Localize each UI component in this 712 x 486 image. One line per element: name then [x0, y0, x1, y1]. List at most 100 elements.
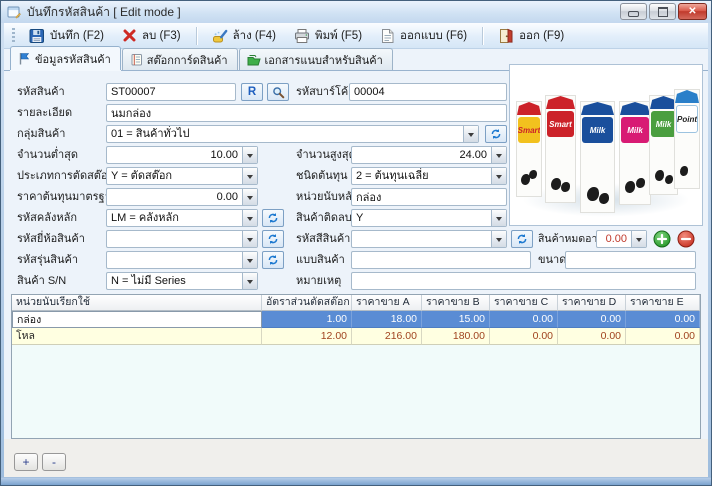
price-e-cell[interactable]: 0.00	[626, 311, 700, 328]
stock-card-icon	[130, 53, 143, 66]
cost-type-dropdown[interactable]: 2 = ต้นทุนเฉลี่ย	[351, 167, 507, 185]
exit-door-icon	[498, 28, 514, 44]
chevron-down-icon[interactable]	[631, 231, 646, 247]
price-b-cell[interactable]: 180.00	[422, 328, 490, 345]
brand-code-dropdown[interactable]	[106, 230, 258, 248]
price-a-cell[interactable]: 216.00	[352, 328, 422, 345]
expire-qty-stepper[interactable]: 0.00	[596, 230, 647, 248]
warehouse-refresh-button[interactable]	[262, 209, 284, 227]
toolbar-separator	[196, 27, 197, 45]
unit-cell[interactable]: โหล	[12, 328, 262, 345]
main-warehouse-dropdown[interactable]: LM = คลังหลัก	[106, 209, 258, 227]
save-icon	[29, 28, 45, 44]
stock-cut-type-dropdown[interactable]: Y = ตัดสต๊อก	[106, 167, 258, 185]
save-button[interactable]: บันทึก (F2)	[21, 24, 112, 48]
search-icon	[272, 86, 285, 99]
chevron-down-icon[interactable]	[242, 189, 257, 205]
chevron-down-icon[interactable]	[491, 168, 506, 184]
max-qty-label: จำนวนสูงสุด	[296, 146, 356, 164]
ratio-cell[interactable]: 1.00	[262, 311, 352, 328]
unit-cell[interactable]: กล่อง	[12, 311, 262, 328]
column-header: ราคาขาย B	[422, 295, 490, 311]
color-refresh-button[interactable]	[511, 230, 533, 248]
tab-product-info[interactable]: ข้อมูลรหัสสินค้า	[10, 46, 121, 70]
r-button[interactable]: R	[241, 83, 263, 101]
style-input[interactable]	[351, 251, 531, 269]
chevron-down-icon[interactable]	[463, 126, 478, 142]
stock-cut-type-label: ประเภทการตัดสต๊อก	[17, 167, 114, 185]
refresh-icon	[267, 254, 279, 266]
price-d-cell[interactable]: 0.00	[558, 328, 626, 345]
chevron-down-icon[interactable]	[491, 147, 506, 163]
print-button-label: พิมพ์ (F5)	[315, 27, 362, 45]
color-code-dropdown[interactable]	[351, 230, 507, 248]
chevron-down-icon[interactable]	[491, 210, 506, 226]
model-code-dropdown[interactable]	[106, 251, 258, 269]
clear-button[interactable]: ล้าง (F4)	[204, 24, 284, 48]
brand-code-label: รหัสยี่ห้อสินค้า	[17, 230, 85, 248]
remove-unit-circle-button[interactable]	[677, 230, 695, 248]
model-refresh-button[interactable]	[262, 251, 284, 269]
delete-button[interactable]: ลบ (F3)	[114, 24, 189, 48]
ratio-cell[interactable]: 12.00	[262, 328, 352, 345]
chevron-down-icon[interactable]	[491, 231, 506, 247]
group-label: กลุ่มสินค้า	[17, 125, 65, 143]
price-a-cell[interactable]: 18.00	[352, 311, 422, 328]
chevron-down-icon[interactable]	[242, 273, 257, 289]
group-refresh-button[interactable]	[485, 125, 507, 143]
design-button[interactable]: ออกแบบ (F6)	[372, 24, 475, 48]
chevron-down-icon[interactable]	[242, 147, 257, 163]
chevron-down-icon[interactable]	[242, 252, 257, 268]
column-header: หน่วยนับเรียกใช้	[12, 295, 262, 311]
minus-circle-icon	[677, 230, 695, 248]
close-button[interactable]: ✕	[678, 3, 707, 20]
expire-qty-label: สินค้าหมดอายุ	[538, 230, 604, 248]
print-button[interactable]: พิมพ์ (F5)	[286, 24, 370, 48]
size-input[interactable]	[565, 251, 696, 269]
column-header: อัตราส่วนตัดสต๊อก	[262, 295, 352, 311]
exit-button[interactable]: ออก (F9)	[490, 24, 572, 48]
price-e-cell[interactable]: 0.00	[626, 328, 700, 345]
refresh-icon	[490, 128, 502, 140]
minimize-button[interactable]	[620, 3, 647, 20]
chevron-down-icon[interactable]	[242, 231, 257, 247]
negative-stock-dropdown[interactable]: Y	[351, 209, 507, 227]
add-unit-circle-button[interactable]	[653, 230, 671, 248]
tab-attachments[interactable]: เอกสารแนบสำหรับสินค้า	[239, 48, 393, 70]
remove-row-button[interactable]: -	[42, 453, 66, 471]
main-unit-label: หน่วยนับหลัก	[296, 188, 359, 206]
clear-brush-icon	[212, 28, 228, 44]
brand-refresh-button[interactable]	[262, 230, 284, 248]
search-button[interactable]	[267, 83, 289, 101]
column-header: ราคาขาย C	[490, 295, 558, 311]
tab-stock-card-label: สต๊อกการ์ดสินค้า	[147, 51, 228, 69]
std-cost-stepper[interactable]: 0.00	[106, 188, 258, 206]
price-c-cell[interactable]: 0.00	[490, 311, 558, 328]
milk-carton: Milk	[619, 101, 651, 205]
app-window: บันทึกรหัสสินค้า [ Edit mode ] ✕ บันทึก …	[0, 0, 712, 486]
max-qty-stepper[interactable]: 24.00	[351, 146, 507, 164]
minimize-icon	[628, 11, 639, 17]
barcode-input[interactable]	[349, 83, 507, 101]
footer-strip: + -	[4, 439, 710, 479]
product-code-input[interactable]	[106, 83, 236, 101]
min-qty-stepper[interactable]: 10.00	[106, 146, 258, 164]
chevron-down-icon[interactable]	[242, 210, 257, 226]
milk-carton: Smart	[545, 95, 576, 203]
description-input[interactable]	[106, 104, 507, 122]
price-d-cell[interactable]: 0.00	[558, 311, 626, 328]
min-qty-label: จำนวนต่ำสุด	[17, 146, 78, 164]
price-b-cell[interactable]: 15.00	[422, 311, 490, 328]
price-c-cell[interactable]: 0.00	[490, 328, 558, 345]
remark-input[interactable]	[351, 272, 696, 290]
add-row-button[interactable]: +	[14, 453, 38, 471]
design-button-label: ออกแบบ (F6)	[400, 27, 467, 45]
main-unit-input[interactable]	[351, 188, 507, 206]
plus-circle-icon	[653, 230, 671, 248]
tab-stock-card[interactable]: สต๊อกการ์ดสินค้า	[122, 48, 238, 70]
group-dropdown[interactable]: 01 = สินค้าทั่วไป	[106, 125, 479, 143]
chevron-down-icon[interactable]	[242, 168, 257, 184]
serial-dropdown[interactable]: N = ไม่มี Series	[106, 272, 258, 290]
maximize-button[interactable]	[649, 3, 676, 20]
design-document-icon	[380, 28, 395, 44]
